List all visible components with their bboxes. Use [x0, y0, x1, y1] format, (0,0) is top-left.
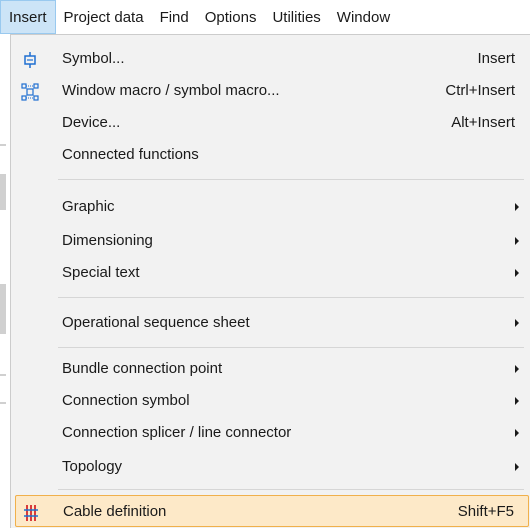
menu-utilities[interactable]: Utilities [264, 0, 328, 34]
menu-item-graphic[interactable]: Graphic [15, 191, 529, 223]
menu-separator [58, 489, 524, 490]
submenu-arrow-icon [515, 463, 519, 471]
menu-item-label: Cable definition [63, 503, 167, 520]
menu-item-label: Device... [62, 114, 121, 131]
background-panel [0, 284, 6, 334]
menu-item-label: Symbol... [62, 50, 125, 67]
menu-item-label: Graphic [62, 198, 115, 215]
menu-bar: Insert Project data Find Options Utiliti… [0, 0, 530, 34]
menu-item-label: Dimensioning [62, 232, 153, 249]
menu-item-window-macro[interactable]: Window macro / symbol macro... Ctrl+Inse… [15, 75, 529, 107]
menu-item-label: Operational sequence sheet [62, 314, 250, 331]
menu-item-shortcut: Alt+Insert [451, 114, 515, 131]
menu-item-cable-definition[interactable]: Cable definition Shift+F5 [15, 495, 529, 527]
menu-item-special-text[interactable]: Special text [15, 257, 529, 289]
submenu-arrow-icon [515, 365, 519, 373]
menu-window[interactable]: Window [329, 0, 398, 34]
menu-item-connection-splicer[interactable]: Connection splicer / line connector [15, 417, 529, 449]
insert-dropdown-menu: Symbol... Insert Window macro / symbol m… [10, 34, 530, 528]
menu-item-label: Bundle connection point [62, 360, 223, 377]
submenu-arrow-icon [515, 203, 519, 211]
menu-insert[interactable]: Insert [0, 0, 56, 34]
menu-options[interactable]: Options [197, 0, 265, 34]
macro-icon [21, 83, 39, 101]
menu-item-label: Connection symbol [62, 392, 190, 409]
menu-project-data[interactable]: Project data [56, 0, 152, 34]
menu-item-symbol[interactable]: Symbol... Insert [15, 43, 529, 75]
symbol-icon [21, 51, 39, 69]
menu-item-label: Window macro / symbol macro... [62, 82, 280, 99]
menu-separator [58, 347, 524, 348]
menu-item-shortcut: Shift+F5 [457, 503, 514, 520]
menu-item-shortcut: Insert [477, 50, 515, 67]
background-panel [0, 174, 6, 210]
menu-item-connected-functions[interactable]: Connected functions [15, 139, 529, 171]
menu-item-bundle-connection-point[interactable]: Bundle connection point [15, 353, 529, 385]
background-divider [0, 144, 6, 146]
menu-item-operational-sequence-sheet[interactable]: Operational sequence sheet [15, 307, 529, 339]
menu-find[interactable]: Find [152, 0, 197, 34]
background-divider [0, 402, 6, 404]
submenu-arrow-icon [515, 319, 519, 327]
submenu-arrow-icon [515, 429, 519, 437]
menu-item-label: Special text [62, 264, 140, 281]
menu-separator [58, 297, 524, 298]
cable-icon [22, 504, 40, 522]
submenu-arrow-icon [515, 237, 519, 245]
menu-item-label: Connected functions [62, 146, 199, 163]
submenu-arrow-icon [515, 269, 519, 277]
menu-item-device[interactable]: Device... Alt+Insert [15, 107, 529, 139]
menu-item-label: Connection splicer / line connector [62, 424, 292, 441]
menu-separator [58, 179, 524, 180]
menu-item-shortcut: Ctrl+Insert [445, 82, 515, 99]
menu-item-connection-symbol[interactable]: Connection symbol [15, 385, 529, 417]
menu-item-topology[interactable]: Topology [15, 451, 529, 483]
background-divider [0, 374, 6, 376]
menu-item-dimensioning[interactable]: Dimensioning [15, 225, 529, 257]
submenu-arrow-icon [515, 397, 519, 405]
menu-item-label: Topology [62, 458, 123, 475]
